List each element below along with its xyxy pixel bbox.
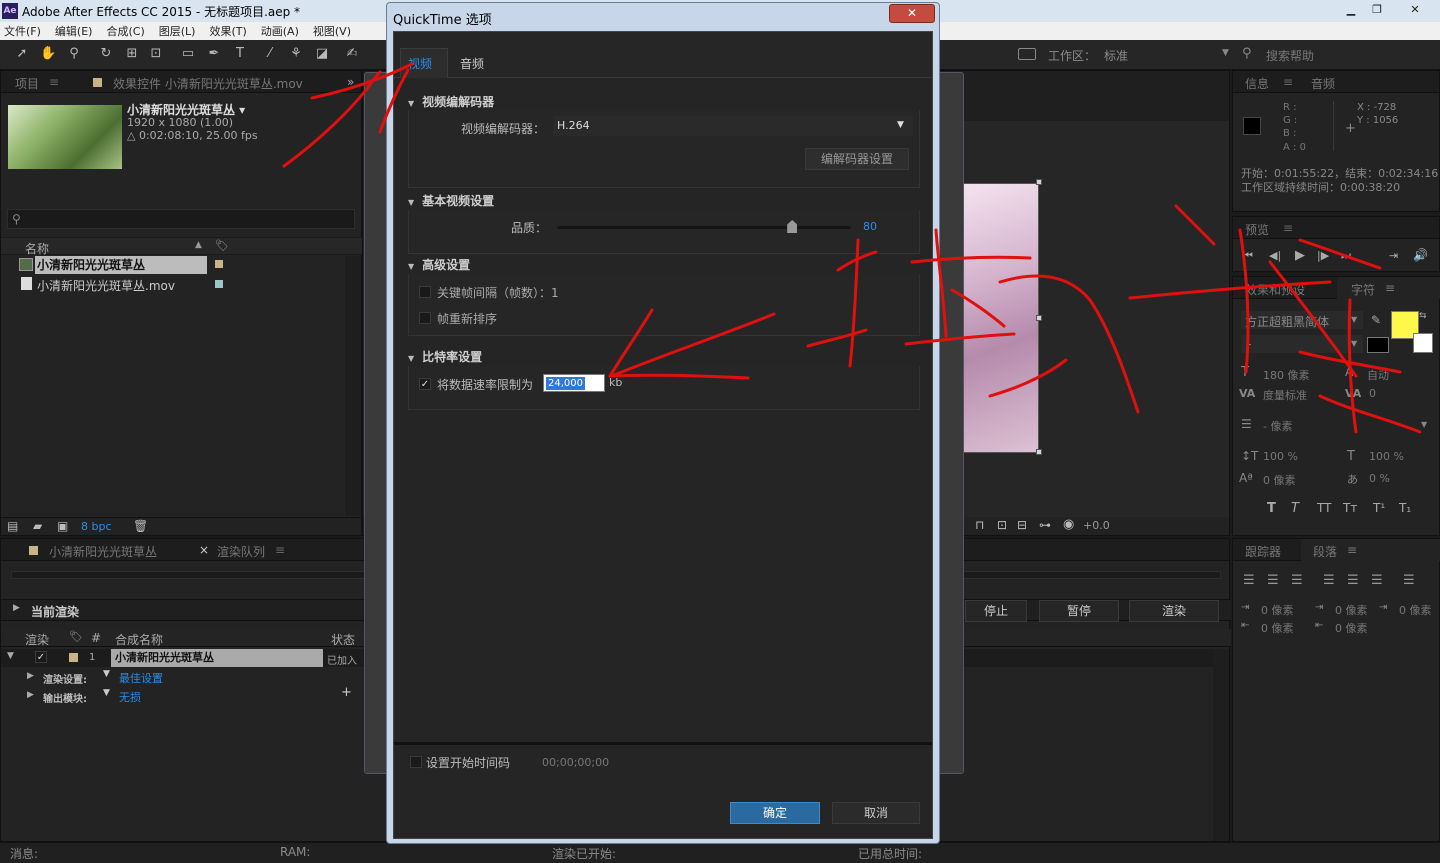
annotation-char-stroke [1128, 204, 1422, 434]
annotation-char-stroke [988, 274, 1140, 414]
annotation-arrow-stroke [610, 312, 776, 380]
annotation-char-stroke [806, 238, 878, 368]
red-annotation-layer [282, 62, 1422, 434]
annotation-arrow-stroke [608, 308, 654, 378]
annotation-arrow-stroke [282, 70, 382, 168]
annotation-arrow-stroke [378, 68, 410, 134]
annotation-char-stroke [904, 228, 1032, 346]
